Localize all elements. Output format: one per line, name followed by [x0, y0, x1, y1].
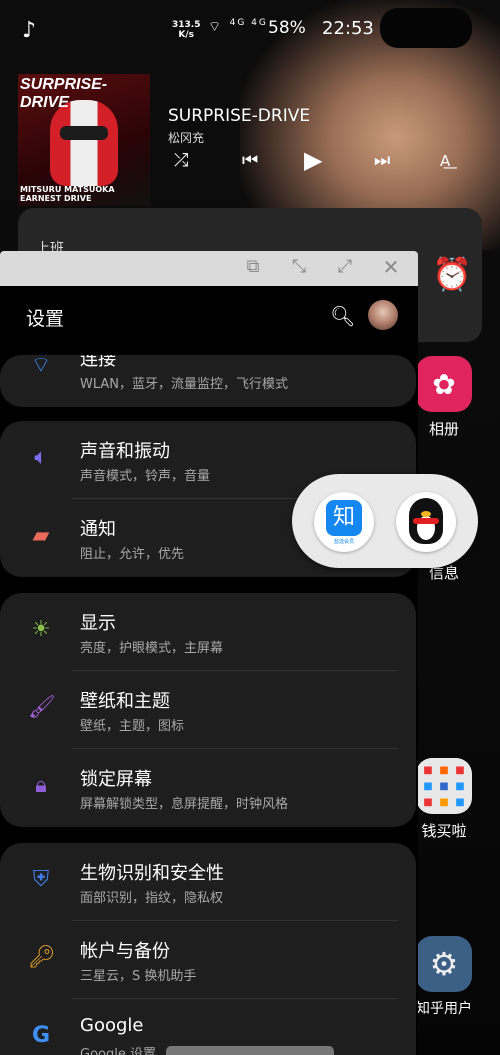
album-visor-image: [60, 126, 108, 140]
settings-item-subtitle: 三星云，S 换机助手: [80, 969, 197, 984]
lyrics-icon[interactable]: A͟: [440, 152, 450, 170]
settings-item-title: 壁纸和主题: [80, 691, 170, 712]
signal-icons: ⌔ 4G 4G: [208, 18, 268, 36]
shuffle-icon[interactable]: ⤮: [174, 150, 188, 171]
minimize-icon[interactable]: ⤡: [288, 256, 310, 278]
avatar[interactable]: [368, 300, 398, 330]
split-view-icon[interactable]: ⧉: [242, 256, 264, 278]
settings-item-accounts[interactable]: 🔑︎ 帐户与备份 三星云，S 换机助手: [0, 921, 416, 999]
song-title: SURPRISE-DRIVE: [168, 106, 311, 126]
battery-percent: 58%: [268, 18, 306, 38]
app-label: 钱买啦: [421, 822, 467, 840]
settings-item-title: 帐户与备份: [80, 941, 170, 962]
next-icon[interactable]: ⏭: [374, 150, 390, 171]
google-icon: G: [31, 1023, 51, 1048]
zhihu-sub-label: 盐选会员: [333, 539, 354, 545]
zhihu-icon: 知: [326, 500, 362, 536]
settings-item-subtitle: 壁纸，主题，图标: [80, 719, 185, 734]
qq-app-button[interactable]: [396, 492, 456, 552]
qq-penguin-scarf: [413, 518, 439, 524]
flower-icon: ✿: [416, 356, 472, 412]
settings-item-title: 通知: [80, 519, 116, 540]
settings-item-title: Google: [80, 1015, 144, 1036]
status-bar: ♪ 313.5 K/s ⌔ 4G 4G 58% 22:53: [0, 0, 500, 58]
settings-item-subtitle: Google 设置: [80, 1047, 156, 1055]
gear-icon: ⚙: [416, 936, 472, 992]
settings-header: 设置 🔍︎: [0, 286, 418, 350]
settings-item-lock-screen[interactable]: 🔒︎ 锁定屏幕 屏幕解锁类型，息屏提醒，时钟风格: [0, 749, 416, 827]
settings-item-title: 生物识别和安全性: [80, 863, 224, 884]
close-icon[interactable]: ✕: [380, 256, 402, 278]
settings-item-subtitle: 亮度，护眼模式，主屏幕: [80, 641, 224, 656]
notification-icon: ▰: [32, 523, 50, 548]
page-title: 设置: [26, 308, 65, 330]
brightness-icon: ☀: [31, 617, 51, 642]
settings-group-security: ⛨ 生物识别和安全性 面部识别，指纹，隐私权 🔑︎ 帐户与备份 三星云，S 换机…: [0, 843, 416, 1055]
shield-icon: ⛨: [32, 867, 50, 892]
settings-item-title: 声音和振动: [80, 441, 170, 462]
play-icon[interactable]: ▶: [304, 146, 322, 174]
settings-popup-window[interactable]: ⧉ ⤡ ⤢ ✕ 设置 🔍︎ ⌔ 连接 WLAN，蓝牙，流量监控，飞行模式 🔈︎ …: [0, 251, 418, 1055]
album-subtitle: MITSURU MATSUOKA EARNEST DRIVE: [20, 185, 115, 203]
app-label: 知乎用户: [416, 1001, 472, 1017]
settings-item-title: 显示: [80, 613, 116, 634]
zhihu-app-button[interactable]: 知 盐选会员: [314, 492, 374, 552]
popup-title-bar[interactable]: ⧉ ⤡ ⤢ ✕: [0, 251, 418, 286]
album-mask-image: [50, 100, 118, 186]
network-speed-unit: K/s: [178, 30, 195, 40]
music-widget[interactable]: SURPRISE-DRIVE MITSURU MATSUOKA EARNEST …: [0, 70, 500, 210]
app-folder-icon: ■ ■ ■ ■ ■ ■ ■ ■ ■: [416, 758, 472, 814]
qq-penguin-beak: [421, 511, 431, 517]
lock-icon: 🔒︎: [35, 773, 47, 798]
settings-item-subtitle: WLAN，蓝牙，流量监控，飞行模式: [80, 377, 289, 392]
settings-item-subtitle: 屏幕解锁类型，息屏提醒，时钟风格: [80, 797, 289, 812]
app-gallery[interactable]: ✿ 相册: [412, 356, 476, 439]
clock: 22:53: [322, 18, 374, 39]
alarm-clock-icon[interactable]: ⏰: [432, 255, 472, 293]
album-art[interactable]: SURPRISE-DRIVE MITSURU MATSUOKA EARNEST …: [18, 74, 150, 206]
wifi-status-icon: ⌔: [208, 19, 224, 35]
previous-icon[interactable]: ⏮: [242, 150, 258, 171]
settings-item-wallpaper[interactable]: 🖌︎ 壁纸和主题 壁纸，主题，图标: [0, 671, 416, 749]
network-speed-value: 313.5: [172, 20, 201, 30]
paintbrush-icon: 🖌︎: [28, 695, 56, 720]
gesture-handle[interactable]: [166, 1046, 334, 1055]
settings-item-connections[interactable]: ⌔ 连接 WLAN，蓝牙，流量监控，飞行模式: [0, 355, 416, 407]
settings-item-biometrics[interactable]: ⛨ 生物识别和安全性 面部识别，指纹，隐私权: [0, 843, 416, 921]
app-settings-home[interactable]: ⚙ 知乎用户: [412, 936, 476, 1018]
settings-item-title: 锁定屏幕: [80, 769, 152, 790]
settings-item-subtitle: 阻止，允许，优先: [80, 547, 185, 562]
album-title: SURPRISE-DRIVE: [20, 76, 108, 111]
volume-icon: 🔈︎: [34, 445, 48, 470]
signal-text: 4G 4G: [229, 18, 268, 28]
settings-item-title: 连接: [80, 355, 116, 370]
music-note-icon: ♪: [22, 18, 37, 43]
qq-penguin-icon: [409, 498, 443, 544]
wifi-icon: ⌔: [30, 355, 52, 378]
network-speed: 313.5 K/s: [172, 20, 200, 40]
settings-item-display[interactable]: ☀ 显示 亮度，护眼模式，主屏幕: [0, 593, 416, 671]
artist-name: 松冈充: [168, 131, 205, 145]
settings-group-connections: ⌔ 连接 WLAN，蓝牙，流量监控，飞行模式: [0, 355, 416, 407]
key-icon: 🔑︎: [28, 945, 56, 970]
settings-item-subtitle: 声音模式，铃声，音量: [80, 469, 211, 484]
search-icon[interactable]: 🔍︎: [330, 304, 355, 328]
floating-app-bubble[interactable]: 知 盐选会员: [292, 474, 478, 568]
app-label: 相册: [428, 420, 459, 438]
maximize-icon[interactable]: ⤢: [334, 256, 356, 278]
settings-group-display: ☀ 显示 亮度，护眼模式，主屏幕 🖌︎ 壁纸和主题 壁纸，主题，图标 🔒︎ 锁定…: [0, 593, 416, 827]
settings-item-subtitle: 面部识别，指纹，隐私权: [80, 891, 224, 906]
app-folder[interactable]: ■ ■ ■ ■ ■ ■ ■ ■ ■ 钱买啦: [412, 758, 476, 841]
